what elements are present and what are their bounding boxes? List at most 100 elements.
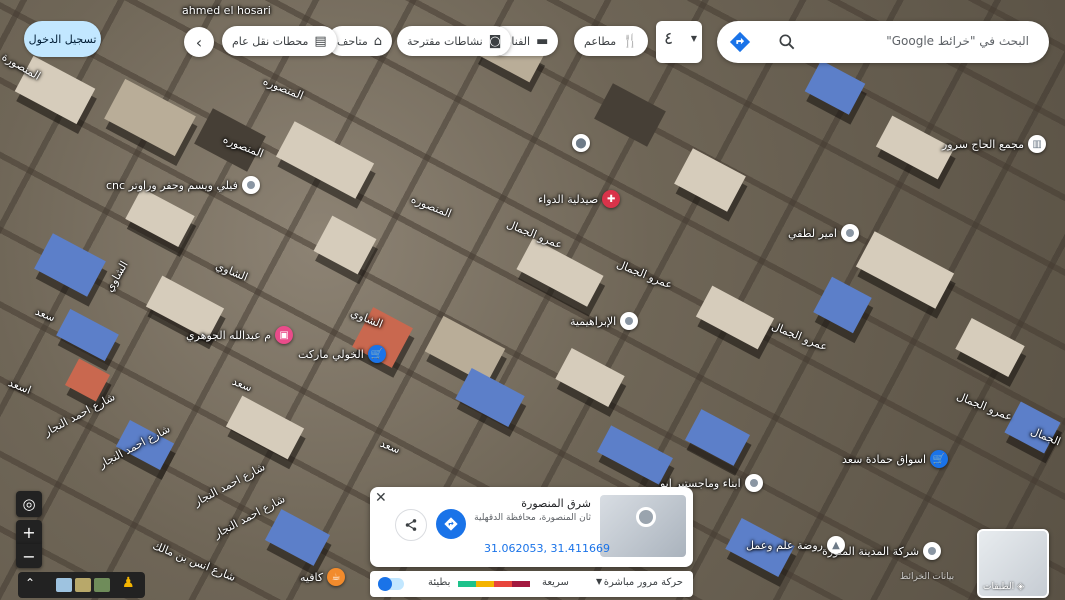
zoom-in-button[interactable]: + (16, 520, 42, 544)
category-label: نشاطات مقترحة (407, 34, 483, 48)
category-museums[interactable]: ⌂ متاحف (327, 26, 393, 56)
poi-label: روضة علم وعمل (746, 538, 823, 552)
poi-label: اسواق حمادة سعد (842, 452, 927, 466)
place-icon (923, 542, 942, 560)
hotel-icon: ▬ (536, 33, 549, 49)
place-pin-icon: ⬤ (572, 134, 590, 152)
poi-label: مجمع الحاج سرور (942, 137, 1025, 151)
traffic-bar[interactable]: حركة مرور مباشرة ▼ سريعة بطيئة (370, 571, 693, 597)
place-pin-icon (636, 507, 656, 527)
traffic-slow-label: بطيئة (428, 577, 451, 588)
camera-icon: ◙ (488, 33, 502, 49)
street-label: الشاوي (213, 259, 250, 284)
poi-marker[interactable]: ☕ كافيه (300, 568, 346, 586)
poi-marker[interactable]: 🛒 اسواق حمادة سعد (842, 450, 949, 468)
category-restaurants[interactable]: 🍴 مطاعم (574, 26, 649, 56)
share-button[interactable] (395, 509, 427, 541)
poi-marker[interactable]: ▥ مجمع الحاج سرور (942, 135, 1047, 153)
street-label: ahmed el hosari (182, 4, 271, 17)
place-icon (840, 224, 859, 242)
poi-marker[interactable]: ✚ صيدلية الدواء (538, 190, 621, 208)
building (56, 308, 119, 362)
plus-icon: + (22, 522, 36, 542)
trip-value: ٤ (664, 29, 674, 49)
restaurant-icon: 🍴 (622, 33, 639, 49)
traffic-swatch (458, 581, 476, 587)
traffic-fast-label: سريعة (542, 577, 569, 588)
category-things-to-do[interactable]: ◙ نشاطات مقترحة (397, 26, 512, 56)
street-label: عمرو الجمال (614, 257, 675, 292)
my-location-button[interactable]: ◎ (16, 491, 42, 517)
poi-marker[interactable]: ▣ م عبدالله الجوهري (186, 326, 294, 344)
building (455, 367, 525, 428)
poi-marker[interactable]: ⬤ (572, 134, 590, 152)
sign-in-button[interactable]: تسجيل الدخول (24, 21, 101, 57)
traffic-legend (458, 581, 530, 587)
satellite-thumbnail[interactable] (94, 578, 110, 592)
directions-icon[interactable] (729, 31, 751, 53)
scroll-categories-button[interactable]: ‹ (184, 27, 214, 57)
place-title[interactable]: شرق المنصورة (521, 497, 591, 510)
chevron-down-icon[interactable]: ▼ (596, 577, 602, 586)
location-icon: ◎ (22, 495, 36, 513)
traffic-swatch (512, 581, 530, 587)
building (804, 60, 866, 115)
poi-marker[interactable]: فيلي ويسم وحفر وراوتر cnc (106, 176, 260, 194)
poi-marker[interactable]: الإبراهيمية (570, 312, 639, 330)
shopping-cart-icon: 🛒 (367, 345, 386, 363)
street-label: عمرو الجمال (769, 319, 830, 354)
building (34, 233, 106, 297)
traffic-label: حركة مرور مباشرة (603, 577, 683, 588)
map-type-thumbnail[interactable] (56, 578, 72, 592)
poi-label: الخولي ماركت (298, 347, 364, 361)
place-icon (241, 176, 260, 194)
poi-label: الإبراهيمية (570, 314, 617, 328)
street-label: عمرو الجمال (954, 389, 1015, 424)
pegman-icon[interactable]: ♟ (122, 575, 135, 591)
street-label: شارع احمد النجار (191, 460, 268, 509)
street-label: شارع احمد النجار (41, 390, 118, 439)
directions-button[interactable] (436, 509, 466, 539)
building (674, 148, 746, 212)
transit-icon: ▤ (314, 33, 327, 49)
cafe-icon: ☕ (327, 568, 346, 586)
building (225, 395, 305, 460)
zoom-out-button[interactable]: − (16, 544, 42, 568)
minus-icon: − (22, 546, 36, 566)
traffic-swatch (476, 581, 494, 587)
building (424, 315, 506, 385)
street-label: الشاوي (102, 258, 131, 295)
street-label: سعد (230, 374, 255, 395)
traffic-toggle[interactable] (378, 577, 404, 591)
terrain-thumbnail[interactable] (75, 578, 91, 592)
poi-marker[interactable]: ▲ روضة علم وعمل (746, 536, 845, 554)
street-label: اسعد (6, 376, 33, 397)
category-transit[interactable]: ▤ محطات نقل عام (222, 26, 337, 56)
building (695, 285, 775, 350)
expand-icon[interactable]: ⌃ (25, 576, 35, 590)
toggle-knob (378, 577, 392, 591)
trip-dropdown[interactable]: ٤ ▼ (656, 21, 702, 63)
building (685, 409, 750, 466)
place-thumbnail[interactable] (600, 495, 686, 557)
poi-marker[interactable]: امير لطفي (788, 224, 859, 242)
place-coordinates[interactable]: 31.062053, 31.411669 (484, 542, 610, 555)
building (265, 509, 330, 566)
map-footer: ‏بيانات الخرائط (900, 572, 955, 582)
map-tools-bar: ⌃ ♟ (18, 572, 145, 598)
category-label: متاحف (337, 34, 368, 48)
search-input[interactable]: البحث في "خرائط Google" (886, 34, 1029, 48)
street-label: المنصوره (261, 74, 306, 103)
layers-button[interactable]: ◈ الطبقات (977, 529, 1049, 598)
search-box[interactable]: البحث في "خرائط Google" (717, 21, 1049, 63)
street-label: سعد (33, 304, 58, 325)
directions-icon (444, 517, 458, 531)
search-icon[interactable] (777, 32, 797, 52)
school-icon: ▲ (826, 536, 845, 554)
close-icon[interactable]: ✕ (375, 490, 387, 506)
poi-marker[interactable]: 🛒 الخولي ماركت (298, 345, 386, 363)
building (275, 121, 375, 199)
place-icon (744, 474, 763, 492)
museum-icon: ⌂ (373, 33, 383, 49)
street-label: شارع انس بن مالك (150, 538, 238, 585)
